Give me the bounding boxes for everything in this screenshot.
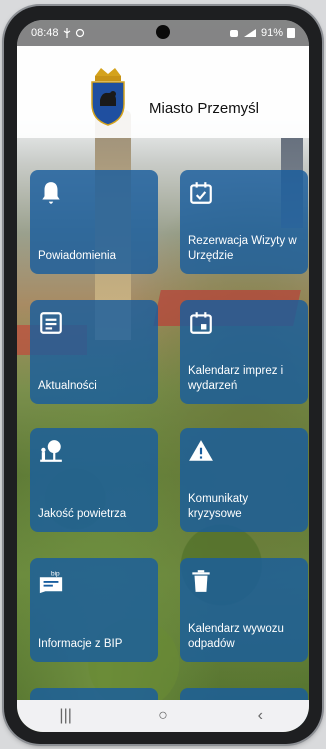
- tile-events[interactable]: Kalendarz imprez i wydarzeń: [180, 300, 308, 404]
- tile-label: Jakość powietrza: [38, 508, 127, 520]
- signal-icon: [243, 29, 256, 37]
- tile-label: Kalendarz wywozu odpadów: [188, 623, 284, 650]
- tile-waste-calendar[interactable]: Kalendarz wywozu odpadów: [180, 558, 308, 662]
- tile-air-quality[interactable]: Jakość powietrza: [30, 428, 158, 532]
- tile-label: Aktualności: [38, 380, 97, 392]
- battery-percent: 91%: [260, 27, 283, 39]
- app-screen: 08:48 91% Miasto Przemyśl Powiadomienia …: [17, 20, 309, 732]
- svg-text:bip: bip: [51, 570, 60, 577]
- app-title: Miasto Przemyśl: [149, 100, 260, 117]
- tree-person-icon: [40, 440, 62, 462]
- city-crest-icon: [91, 68, 125, 126]
- battery-icon: [287, 28, 295, 38]
- usb-icon: [63, 28, 70, 38]
- notification-icon: [75, 28, 84, 38]
- bip-icon: bip: [39, 570, 63, 594]
- tile-news[interactable]: Aktualności: [30, 300, 158, 404]
- alarm-icon: [229, 30, 238, 37]
- tile-label: Powiadomienia: [38, 250, 116, 262]
- tile-notifications[interactable]: Powiadomienia: [30, 170, 158, 274]
- tile-appointment[interactable]: Rezerwacja Wizyty w Urzędzie: [180, 170, 308, 274]
- back-button[interactable]: ‹: [240, 704, 280, 728]
- news-icon: [40, 312, 62, 334]
- front-camera: [156, 25, 170, 39]
- warning-icon: [189, 440, 213, 461]
- app-header: Miasto Przemyśl: [17, 46, 309, 138]
- tile-label: Rezerwacja Wizyty w Urzędzie: [188, 235, 297, 262]
- tile-crisis-messages[interactable]: Komunikaty kryzysowe: [180, 428, 308, 532]
- calendar-event-icon: [190, 312, 212, 334]
- home-button[interactable]: ○: [143, 704, 183, 728]
- tile-label: Kalendarz imprez i wydarzeń: [188, 365, 284, 392]
- phone-frame: 08:48 91% Miasto Przemyśl Powiadomienia …: [4, 6, 322, 744]
- calendar-check-icon: [190, 182, 212, 204]
- tile-label: Informacje z BIP: [38, 638, 123, 650]
- recent-apps-button[interactable]: |||: [46, 704, 86, 728]
- bell-icon: [42, 182, 60, 204]
- system-nav-bar: ||| ○ ‹: [17, 700, 309, 732]
- tile-label: Komunikaty kryzysowe: [188, 493, 249, 520]
- status-time: 08:48: [31, 27, 59, 39]
- tile-bip[interactable]: bip Informacje z BIP: [30, 558, 158, 662]
- trash-icon: [192, 570, 210, 592]
